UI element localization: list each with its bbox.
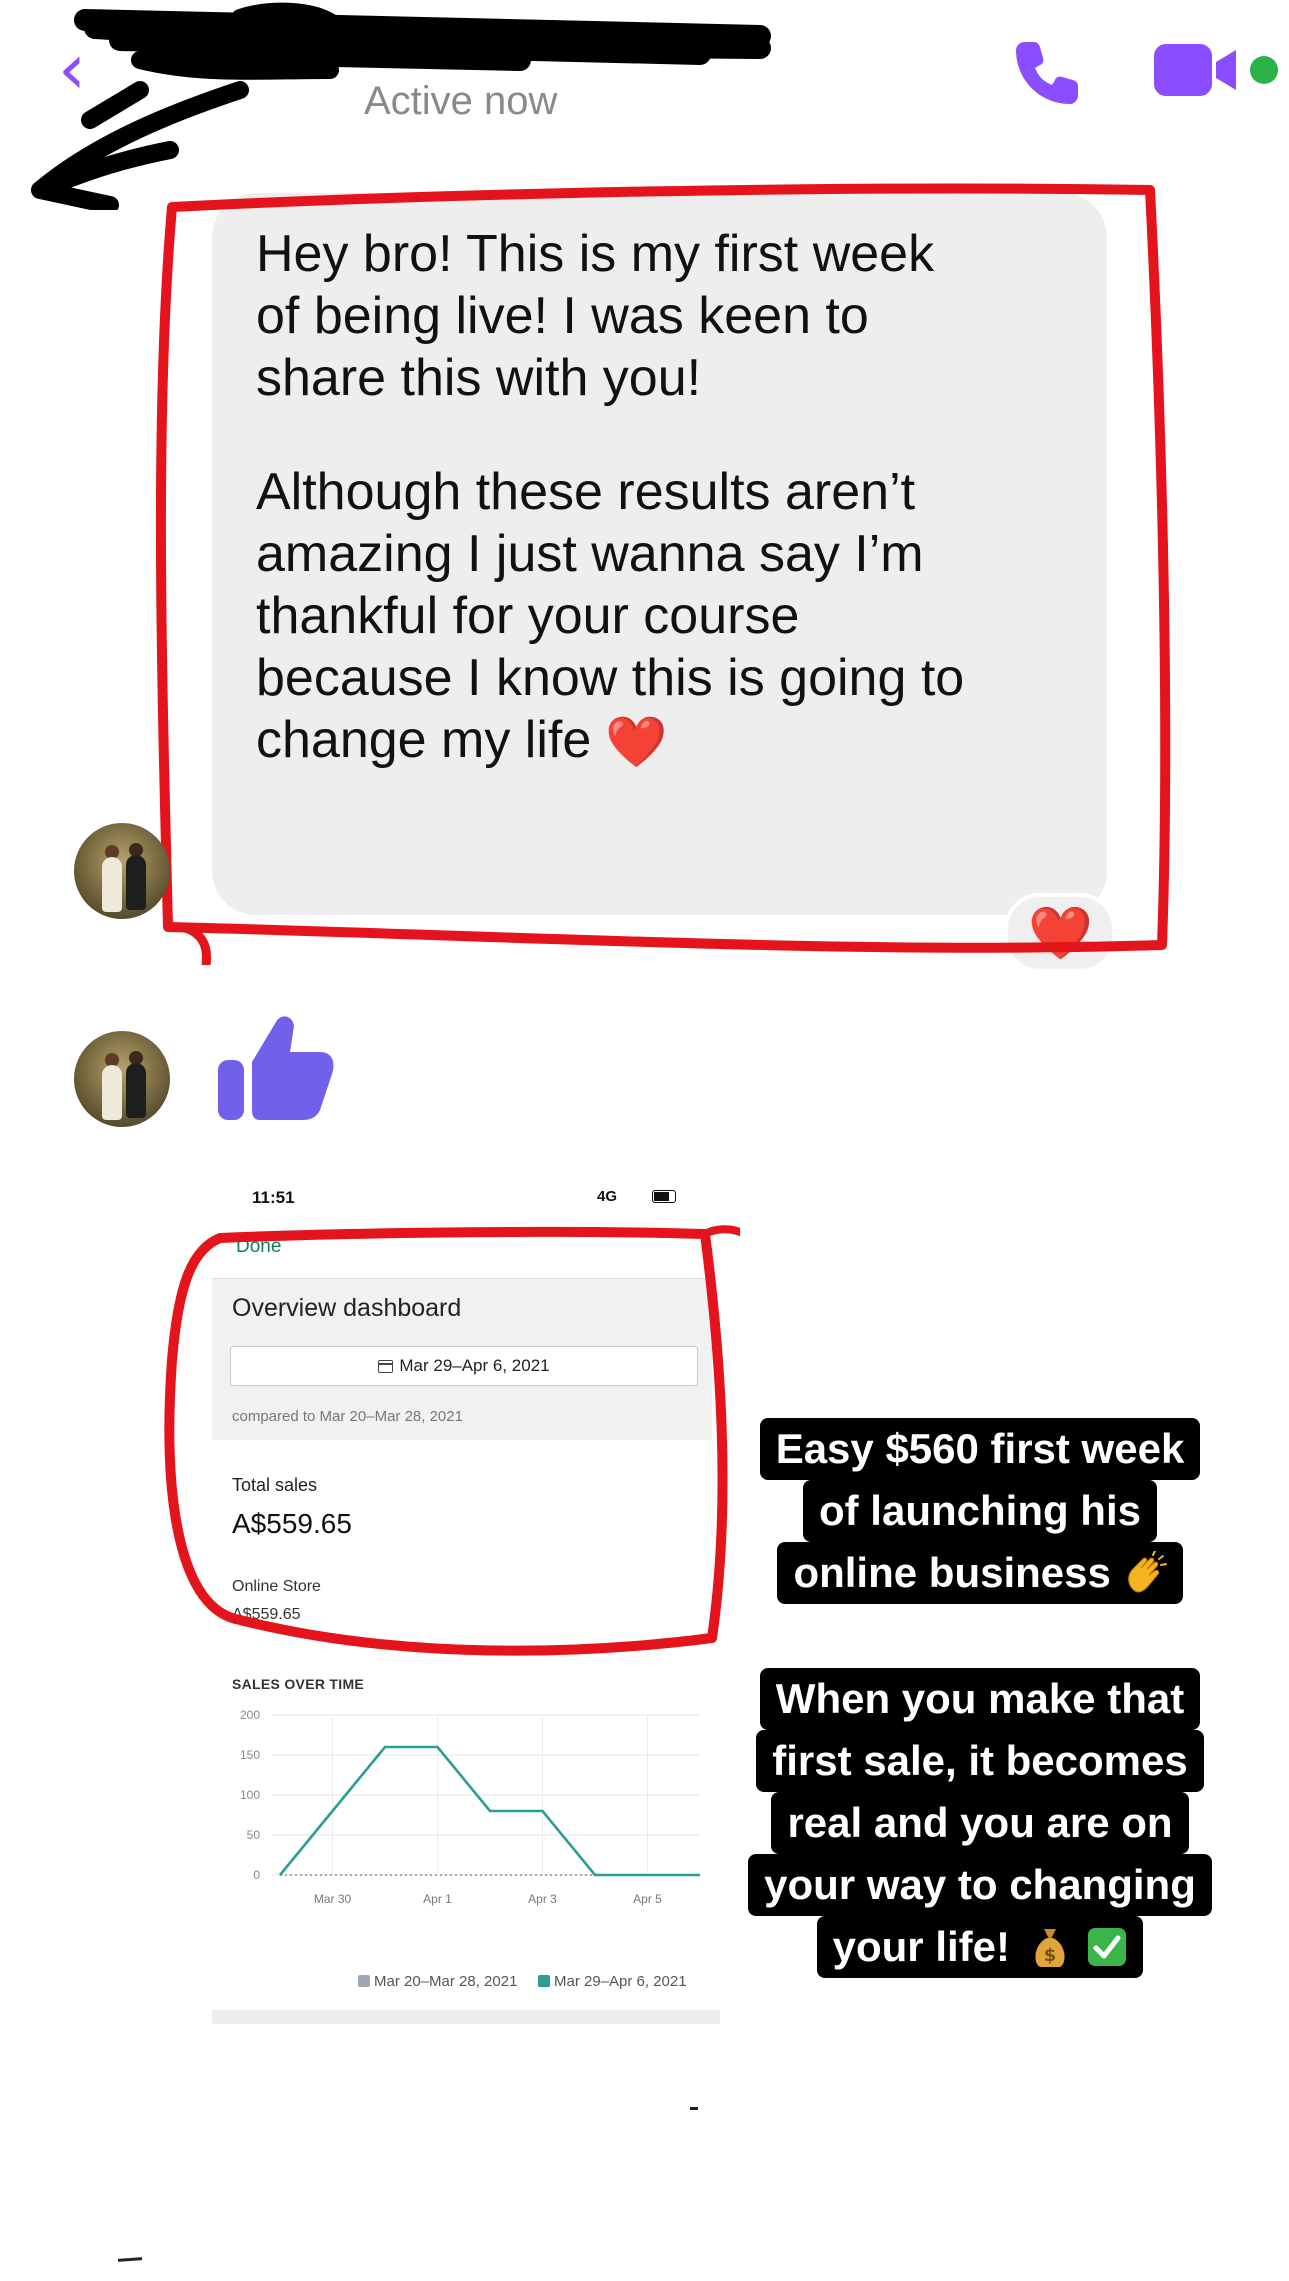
dashboard-title: Overview dashboard xyxy=(232,1294,462,1322)
caption-line: Easy $560 first week xyxy=(759,1418,1201,1480)
message-line-last: change my life ❤️ xyxy=(256,709,1067,773)
date-range-button[interactable]: Mar 29–Apr 6, 2021 xyxy=(230,1346,698,1386)
legend-swatch xyxy=(538,1975,550,1987)
sales-over-time-chart: 0 50 100 150 200 Mar 30 Apr 1 Apr 3 Apr 5 xyxy=(240,1708,700,1906)
message-line: thankful for your course xyxy=(256,587,800,645)
video-call-button[interactable] xyxy=(1150,38,1280,102)
money-bag-icon: $ xyxy=(1035,1929,1065,1967)
status-network: 4G xyxy=(597,1188,618,1205)
calendar-icon xyxy=(378,1360,394,1373)
svg-text:$: $ xyxy=(1043,1945,1056,1966)
back-button[interactable]: ‹ xyxy=(58,34,118,104)
caption-first-sale: When you make that first sale, it become… xyxy=(700,1668,1260,1978)
stray-mark xyxy=(117,2257,143,2262)
status-time: 11:51 xyxy=(252,1188,295,1207)
chat-header xyxy=(0,0,1289,130)
heart-reaction[interactable]: ❤️ xyxy=(1004,893,1116,973)
message-line: share this with you! xyxy=(256,349,702,407)
chart-title: SALES OVER TIME xyxy=(232,1676,365,1692)
caption-easy-560: Easy $560 first week of launching his on… xyxy=(700,1418,1260,1604)
date-range-label: Mar 29–Apr 6, 2021 xyxy=(399,1356,550,1375)
avatar[interactable] xyxy=(74,1031,170,1127)
legend-swatch xyxy=(358,1975,370,1987)
message-bubble[interactable]: Hey bro! This is my first week of being … xyxy=(212,193,1107,915)
battery-icon xyxy=(652,1190,676,1203)
message-line: of being live! I was keen to xyxy=(256,287,869,345)
x-tick-label: Mar 30 xyxy=(314,1892,352,1906)
y-tick-label: 50 xyxy=(247,1828,261,1842)
screenshot-footer xyxy=(212,2010,720,2024)
red-heart-emoji: ❤️ xyxy=(605,714,668,770)
message-line: Hey bro! This is my first week xyxy=(256,225,935,283)
y-tick-label: 150 xyxy=(240,1748,260,1762)
caption-line-text: online business xyxy=(793,1549,1111,1596)
y-tick-label: 200 xyxy=(240,1708,260,1722)
x-tick-label: Apr 5 xyxy=(633,1892,662,1906)
x-tick-label: Apr 1 xyxy=(423,1892,452,1906)
caption-line: of launching his xyxy=(803,1480,1157,1542)
total-sales-value: A$559.65 xyxy=(232,1508,352,1539)
stray-mark xyxy=(690,2107,698,2110)
y-tick-label: 0 xyxy=(253,1868,260,1882)
active-status: Active now xyxy=(364,79,558,123)
legend-label: Mar 29–Apr 6, 2021 xyxy=(554,1973,687,1990)
caption-line-last: your life! $ xyxy=(816,1916,1144,1978)
video-camera-icon xyxy=(1154,44,1236,96)
caption-line-last: online business xyxy=(777,1542,1183,1604)
message-line: Although these results aren’t xyxy=(256,463,916,521)
avatar[interactable] xyxy=(74,823,170,919)
total-sales-label: Total sales xyxy=(232,1475,318,1495)
online-dot xyxy=(1250,56,1278,84)
legend-item-previous: Mar 20–Mar 28, 2021 xyxy=(358,1973,517,1990)
thumbs-up-icon xyxy=(218,1016,334,1120)
message-line: because I know this is going to xyxy=(256,649,965,707)
legend-item-current: Mar 29–Apr 6, 2021 xyxy=(538,1973,687,1990)
caption-line: real and you are on xyxy=(771,1792,1189,1854)
caption-line-text: your life! xyxy=(832,1923,1010,1970)
y-tick-label: 100 xyxy=(240,1788,260,1802)
compared-text: compared to Mar 20–Mar 28, 2021 xyxy=(232,1408,463,1425)
x-tick-label: Apr 3 xyxy=(528,1892,557,1906)
online-store-label: Online Store xyxy=(232,1578,321,1595)
series-line-current xyxy=(278,1745,700,1877)
dashboard-screenshot: 11:51 4G Done Overview dashboard Mar 29–… xyxy=(212,1160,720,2030)
online-store-value: A$559.65 xyxy=(232,1606,301,1623)
message-line: amazing I just wanna say I’m xyxy=(256,525,924,583)
heart-reaction-icon: ❤️ xyxy=(1028,904,1093,964)
phone-icon xyxy=(1016,42,1078,104)
caption-line: When you make that xyxy=(759,1668,1201,1730)
caption-line: your way to changing xyxy=(748,1854,1212,1916)
caption-line: first sale, it becomes xyxy=(756,1730,1204,1792)
clapping-hands-icon xyxy=(1127,1551,1167,1593)
message-line-text: change my life xyxy=(256,711,592,769)
call-button[interactable] xyxy=(1010,36,1084,110)
chevron-left-icon: ‹ xyxy=(58,28,86,110)
legend-label: Mar 20–Mar 28, 2021 xyxy=(374,1973,518,1990)
check-mark-icon xyxy=(1088,1928,1127,1966)
done-button[interactable]: Done xyxy=(236,1236,281,1258)
